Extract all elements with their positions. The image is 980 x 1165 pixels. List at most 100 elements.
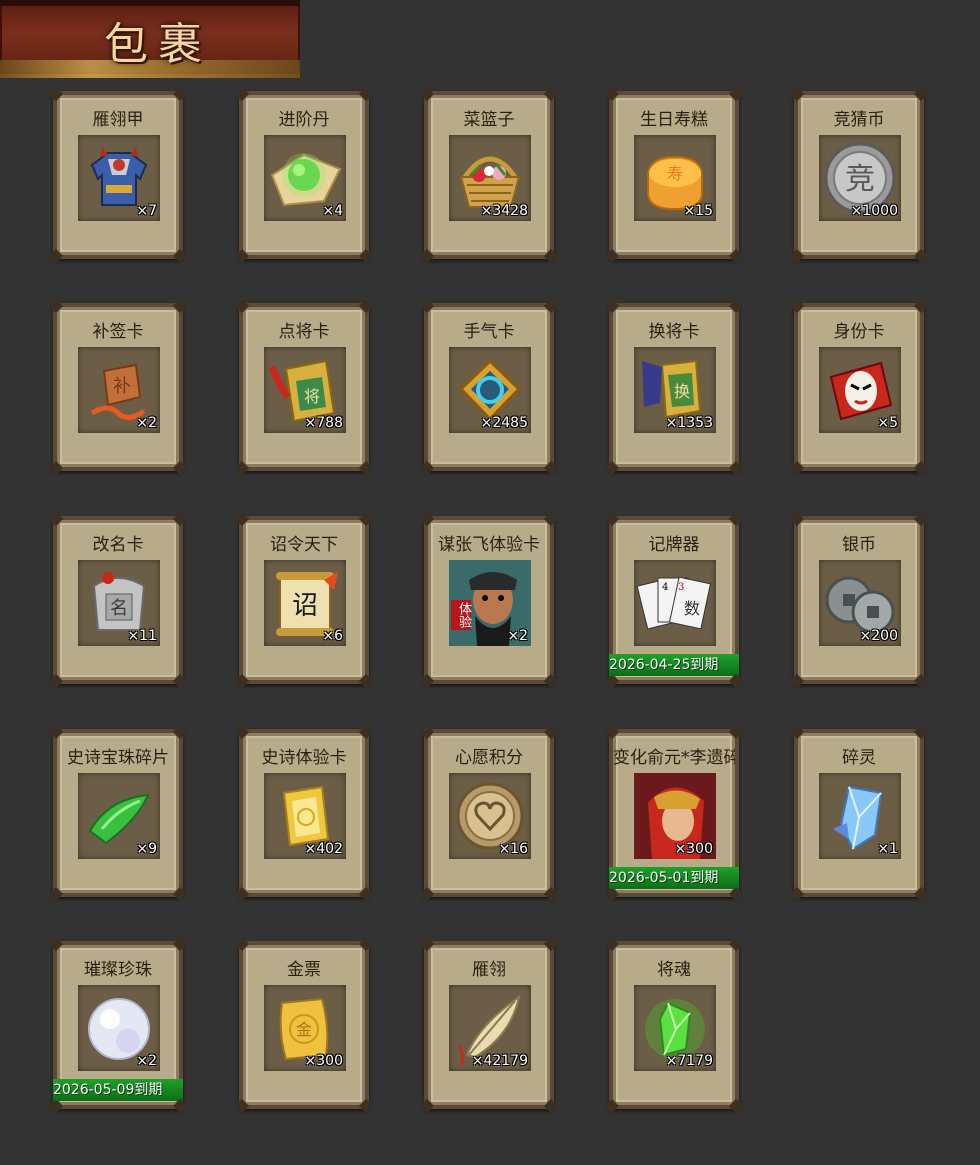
item-name: 诏令天下 xyxy=(270,535,338,555)
item-count: ×15 xyxy=(683,203,713,219)
card-corner xyxy=(48,724,64,740)
item-card[interactable]: 谋张飞体验卡 体验 ×2 xyxy=(419,511,559,684)
card-corner xyxy=(358,298,374,314)
item-name: 换将卡 xyxy=(648,322,700,342)
item-card[interactable]: 进阶丹 ×4 xyxy=(234,86,374,259)
item-name: 史诗体验卡 xyxy=(261,748,347,768)
item-count: ×300 xyxy=(304,1053,343,1069)
card-corner xyxy=(789,511,805,527)
item-card[interactable]: 竞猜币竞 ×1000 xyxy=(789,86,929,259)
item-icon-frame: 补 ×2 xyxy=(78,347,160,433)
card-corner xyxy=(604,936,620,952)
item-icon-frame: 体验 ×2 xyxy=(449,560,531,646)
svg-text:4: 4 xyxy=(662,582,668,593)
expiry-bar: 2026-05-01到期 xyxy=(609,867,739,889)
item-card[interactable]: 史诗体验卡 ×402 xyxy=(234,724,374,897)
item-card[interactable]: 史诗宝珠碎片 ×9 xyxy=(48,724,188,897)
card-corner xyxy=(543,936,559,952)
item-name: 金票 xyxy=(287,960,321,980)
item-count: ×788 xyxy=(304,415,343,431)
card-corner xyxy=(789,86,805,102)
page-title: 包裹 xyxy=(104,19,212,70)
item-name: 生日寿糕 xyxy=(640,110,708,130)
item-card[interactable]: 记牌器 4 3 数 2026-04-25到期 xyxy=(604,511,744,684)
item-name: 变化俞元*李遗碎片 xyxy=(613,748,735,768)
item-card[interactable]: 手气卡 ×2485 xyxy=(419,298,559,471)
card-corner xyxy=(234,511,250,527)
item-count: ×4 xyxy=(322,203,343,219)
item-card[interactable]: 补签卡补 ×2 xyxy=(48,298,188,471)
expiry-bar: 2026-04-25到期 xyxy=(609,654,739,676)
item-count: ×3428 xyxy=(480,203,528,219)
card-corner xyxy=(172,936,188,952)
item-count: ×300 xyxy=(674,841,713,857)
item-card[interactable]: 雁翎甲 ×7 xyxy=(48,86,188,259)
item-name: 雁翎甲 xyxy=(92,110,144,130)
item-name: 改名卡 xyxy=(92,535,144,555)
item-icon-frame: ×7179 xyxy=(634,985,716,1071)
item-name: 身份卡 xyxy=(833,322,885,342)
item-icon-frame: ×200 xyxy=(819,560,901,646)
card-corner xyxy=(543,511,559,527)
item-icon-frame: 43数 xyxy=(634,560,716,646)
card-corner xyxy=(419,298,435,314)
card-corner xyxy=(728,511,744,527)
card-corner xyxy=(419,724,435,740)
item-name: 银币 xyxy=(842,535,876,555)
card-corner xyxy=(48,936,64,952)
item-card[interactable]: 金票金 ×300 xyxy=(234,936,374,1109)
item-count: ×2 xyxy=(507,628,528,644)
card-corner xyxy=(234,936,250,952)
inventory-screen: 包裹 雁翎甲 ×7 进阶丹 ×4 菜篮子 ×3428 生日寿糕寿 ×15 竞猜币竞 ×1000 补签… xyxy=(0,0,980,1165)
item-card[interactable]: 菜篮子 ×3428 xyxy=(419,86,559,259)
header-banner: 包裹 xyxy=(0,0,300,78)
item-card[interactable]: 雁翎 ×42179 xyxy=(419,936,559,1109)
item-count: ×6 xyxy=(322,628,343,644)
item-icon-frame: ×300 xyxy=(634,773,716,859)
item-icon-frame: ×9 xyxy=(78,773,160,859)
item-count: ×2485 xyxy=(480,415,528,431)
expiry-bar: 2026-05-09到期 xyxy=(53,1079,183,1101)
item-card[interactable]: 生日寿糕寿 ×15 xyxy=(604,86,744,259)
card-corner xyxy=(604,511,620,527)
item-card[interactable]: 改名卡名 ×11 xyxy=(48,511,188,684)
item-name: 将魂 xyxy=(657,960,691,980)
card-corner xyxy=(419,936,435,952)
item-name: 心愿积分 xyxy=(455,748,523,768)
item-card[interactable]: 璀璨珍珠 ×2 2026-05-09到期 xyxy=(48,936,188,1109)
item-icon-frame: ×5 xyxy=(819,347,901,433)
svg-text:3: 3 xyxy=(678,582,684,593)
item-card[interactable]: 换将卡换 ×1353 xyxy=(604,298,744,471)
card-corner xyxy=(543,724,559,740)
card-corner xyxy=(172,511,188,527)
item-count: ×42179 xyxy=(471,1053,528,1069)
item-count: ×5 xyxy=(877,415,898,431)
item-name: 记牌器 xyxy=(648,535,700,555)
item-card[interactable]: 银币 ×200 xyxy=(789,511,929,684)
item-card[interactable]: 将魂 ×7179 xyxy=(604,936,744,1109)
card-corner xyxy=(358,724,374,740)
item-count: ×9 xyxy=(136,841,157,857)
item-card[interactable]: 变化俞元*李遗碎片 ×300 2026-05-01到期 xyxy=(604,724,744,897)
item-icon-frame: ×4 xyxy=(264,135,346,221)
svg-text:将: 将 xyxy=(304,387,320,406)
item-icon-frame: ×42179 xyxy=(449,985,531,1071)
item-name: 璀璨珍珠 xyxy=(84,960,152,980)
item-count: ×200 xyxy=(859,628,898,644)
svg-text:换: 换 xyxy=(674,382,690,401)
item-card[interactable]: 身份卡 ×5 xyxy=(789,298,929,471)
item-icon-frame: ×2485 xyxy=(449,347,531,433)
item-card[interactable]: 碎灵 ×1 xyxy=(789,724,929,897)
item-count: ×11 xyxy=(127,628,157,644)
item-count: ×16 xyxy=(498,841,528,857)
item-card[interactable]: 诏令天下诏 ×6 xyxy=(234,511,374,684)
item-name: 菜篮子 xyxy=(463,110,515,130)
item-card[interactable]: 心愿积分 ×16 xyxy=(419,724,559,897)
card-corner xyxy=(358,936,374,952)
item-name: 点将卡 xyxy=(278,322,330,342)
svg-text:竞: 竞 xyxy=(845,162,875,197)
item-card[interactable]: 点将卡将 ×788 xyxy=(234,298,374,471)
svg-text:寿: 寿 xyxy=(667,164,683,183)
card-corner xyxy=(913,511,929,527)
item-icon-frame: ×402 xyxy=(264,773,346,859)
